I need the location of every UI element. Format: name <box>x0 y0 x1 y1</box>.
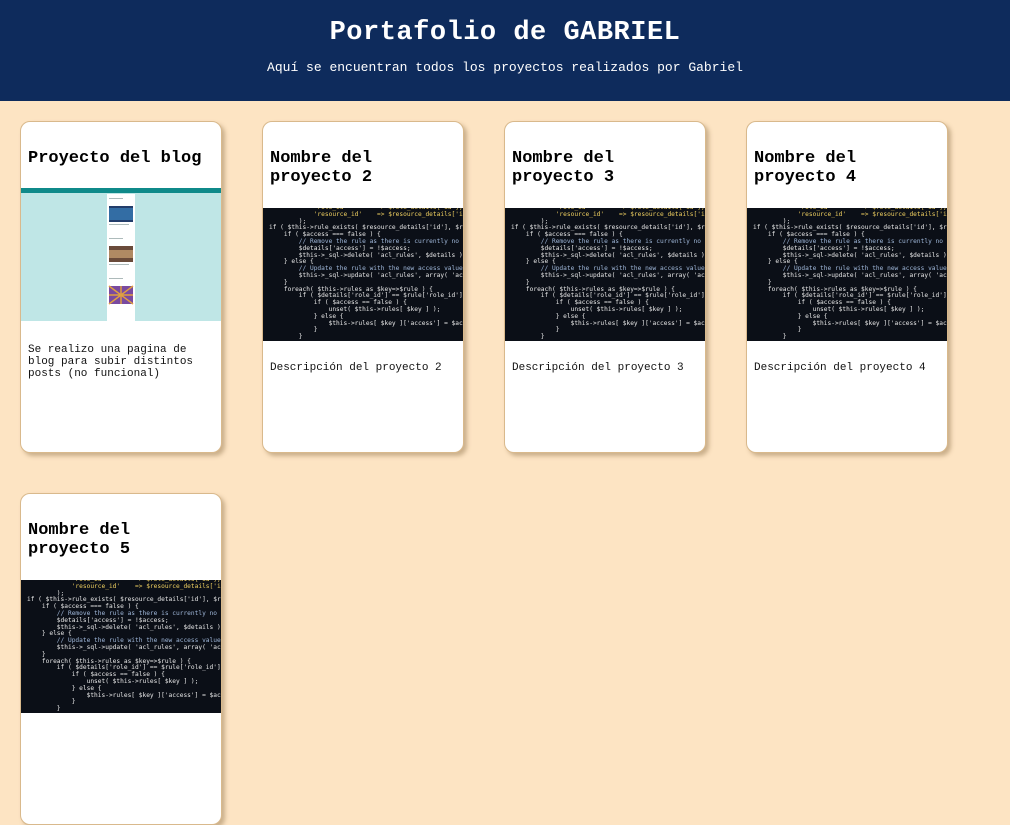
blog-screenshot-image <box>21 188 221 321</box>
code-line: unset( $this->rules[ $key ] ); <box>27 677 199 685</box>
code-screenshot-image: 'role_id' => $role_details['id'], 'resou… <box>21 580 221 713</box>
project-card[interactable]: Nombre del proyecto 2 'role_id' => $role… <box>262 121 464 453</box>
code-screenshot-image: 'role_id' => $role_details['id'], 'resou… <box>505 208 705 341</box>
code-line: if ( $access == false ) { <box>27 671 165 679</box>
code-line: $this->_sql->update( 'acl_rules', array(… <box>298 271 463 279</box>
project-card[interactable]: Proyecto del blog Se realizo una pagina … <box>20 121 222 453</box>
code-line: $this->_sql->update( 'acl_rules', array(… <box>540 271 705 279</box>
project-thumbnail: 'role_id' => $role_details['id'], 'resou… <box>747 208 947 341</box>
code-screenshot-image: 'role_id' => $role_details['id'], 'resou… <box>263 208 463 341</box>
project-title: Nombre del proyecto 4 <box>754 149 857 187</box>
project-card[interactable]: Nombre del proyecto 5 'role_id' => $role… <box>20 493 222 825</box>
project-description: Descripción del proyecto 4 <box>754 362 926 374</box>
code-line: } <box>269 333 303 341</box>
project-description: Se realizo una pagina de blog para subir… <box>28 344 194 380</box>
code-line: if ( $details['role_id'] == $rule['role_… <box>56 664 221 672</box>
project-description: Descripción del proyecto 3 <box>512 362 684 374</box>
project-card[interactable]: Nombre del proyecto 4 'role_id' => $role… <box>746 121 948 453</box>
code-line: } <box>27 698 76 706</box>
code-line: } <box>27 705 61 713</box>
code-line: } else { <box>27 684 102 692</box>
project-title: Nombre del proyecto 3 <box>512 149 615 187</box>
project-card[interactable]: Nombre del proyecto 3 'role_id' => $role… <box>504 121 706 453</box>
page-subtitle: Aquí se encuentran todos los proyectos r… <box>267 60 743 75</box>
page-title: Portafolio de GABRIEL <box>329 18 681 48</box>
project-title: Nombre del proyecto 2 <box>270 149 373 187</box>
project-thumbnail <box>21 188 221 321</box>
code-line: } <box>511 333 545 341</box>
project-title: Nombre del proyecto 5 <box>28 521 131 559</box>
code-line: $this->rules[ $key ]['access'] = $access… <box>27 691 221 699</box>
code-line: $this->_sql->update( 'acl_rules', array(… <box>782 271 947 279</box>
code-screenshot-image: 'role_id' => $role_details['id'], 'resou… <box>747 208 947 341</box>
project-thumbnail: 'role_id' => $role_details['id'], 'resou… <box>21 580 221 713</box>
page-header: Portafolio de GABRIEL Aquí se encuentran… <box>0 0 1010 101</box>
code-line: } <box>753 333 787 341</box>
project-thumbnail: 'role_id' => $role_details['id'], 'resou… <box>263 208 463 341</box>
project-description: Descripción del proyecto 2 <box>270 362 442 374</box>
project-thumbnail: 'role_id' => $role_details['id'], 'resou… <box>505 208 705 341</box>
project-title: Proyecto del blog <box>28 149 202 168</box>
code-line: $this->_sql->update( 'acl_rules', array(… <box>56 643 221 651</box>
